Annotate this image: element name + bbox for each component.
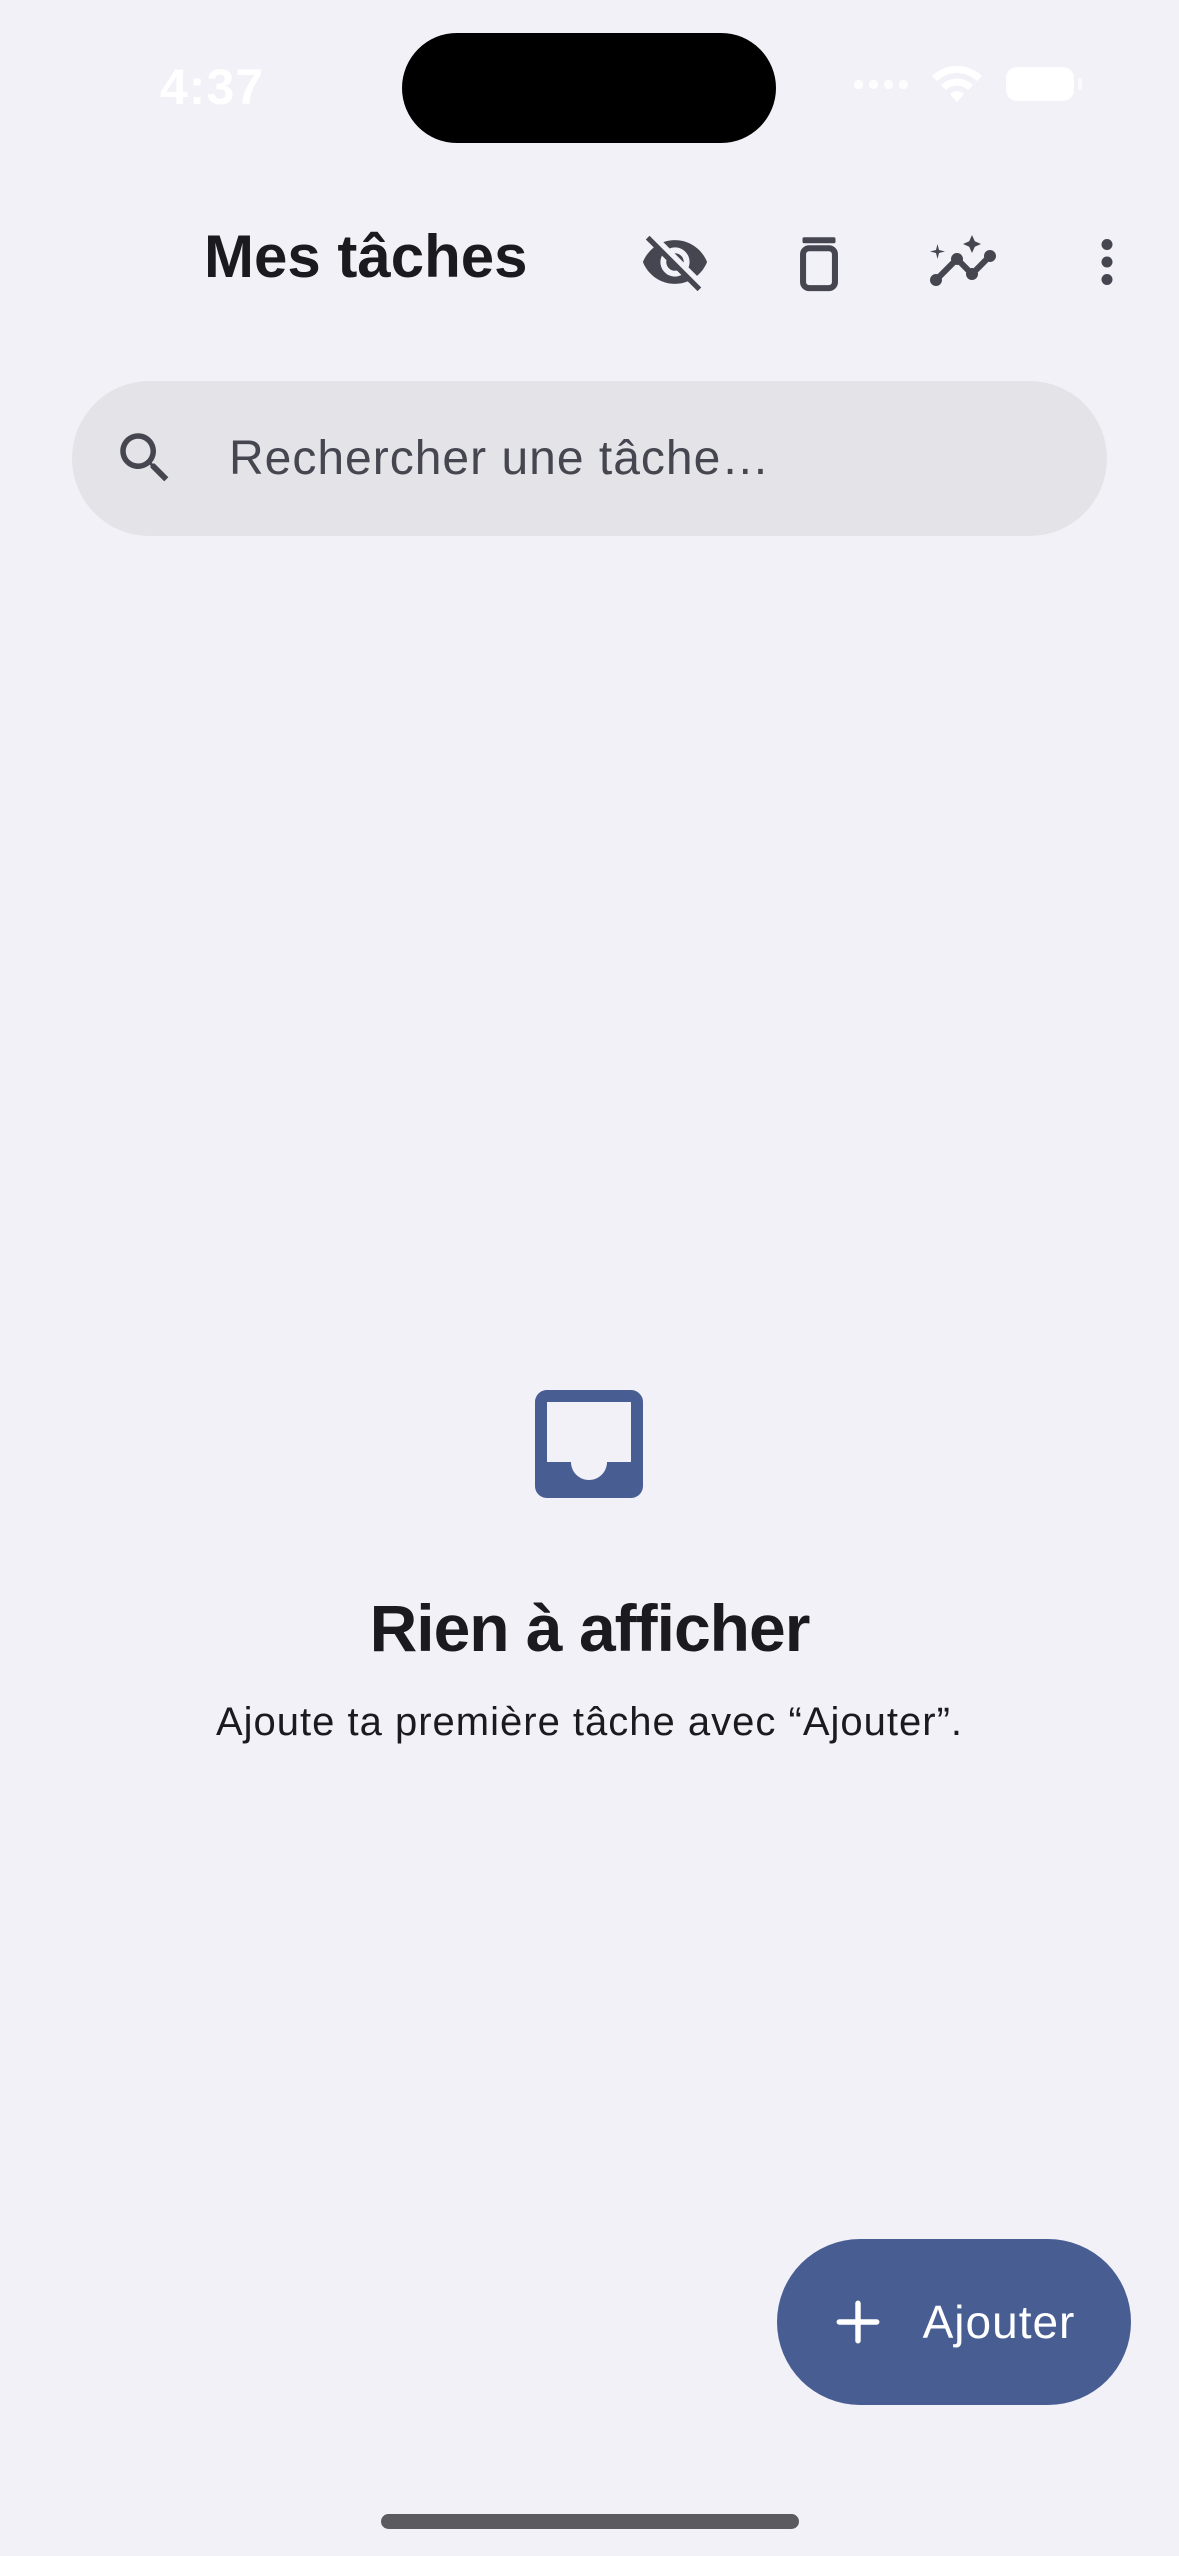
battery-icon [1006, 67, 1082, 101]
more-options-button[interactable] [1067, 222, 1147, 302]
more-vertical-icon [1101, 239, 1113, 285]
add-task-label: Ajouter [922, 2296, 1076, 2348]
search-input[interactable]: Rechercher une tâche… [229, 431, 770, 486]
wifi-icon [932, 65, 982, 102]
delete-icon [800, 237, 838, 292]
insights-icon [930, 235, 996, 286]
status-icons [854, 64, 1082, 104]
plus-icon [836, 2300, 880, 2344]
toggle-hidden-button[interactable] [635, 222, 715, 302]
inbox-icon [535, 1390, 643, 1498]
app-bar: Mes tâches [0, 200, 1179, 320]
add-task-button[interactable]: Ajouter [777, 2239, 1131, 2405]
status-time: 4:37 [160, 59, 265, 115]
delete-button[interactable] [779, 222, 859, 302]
empty-state-title: Rien à afficher [369, 1591, 811, 1665]
visibility-off-icon [642, 235, 708, 292]
search-bar[interactable]: Rechercher une tâche… [72, 381, 1107, 536]
insights-button[interactable] [923, 222, 1003, 302]
page-title: Mes tâches [204, 223, 528, 290]
empty-state-subtitle: Ajoute ta première tâche avec “Ajouter”. [215, 1700, 963, 1744]
cellular-signal-icon [854, 79, 908, 89]
search-icon [120, 433, 169, 482]
dynamic-island [402, 33, 776, 143]
home-indicator[interactable] [381, 2514, 799, 2529]
